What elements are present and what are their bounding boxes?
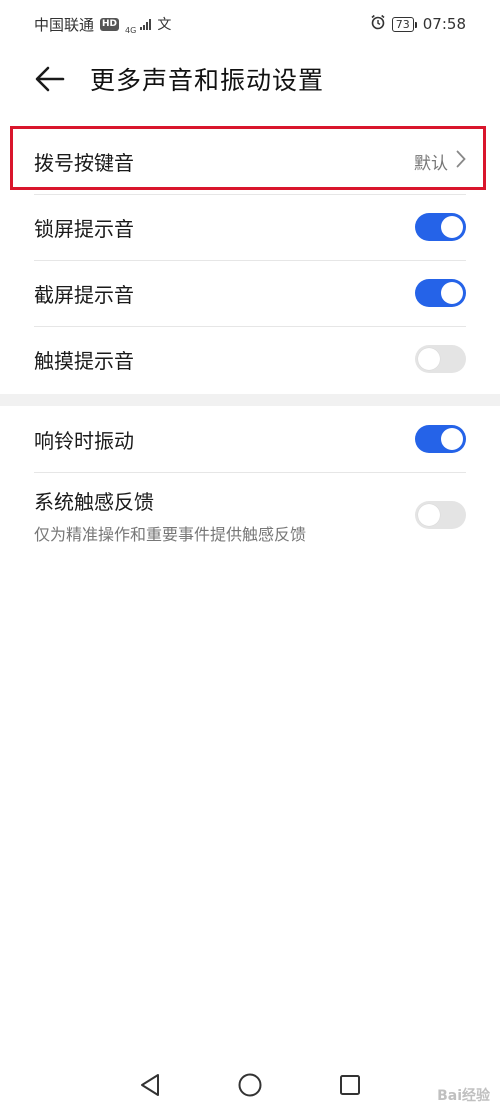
nav-recent-icon[interactable]	[335, 1070, 365, 1100]
chevron-right-icon	[456, 149, 466, 173]
clock: 07:58	[422, 15, 466, 33]
signal-icon	[140, 18, 152, 30]
row-value-group: 默认	[414, 149, 466, 174]
row-label: 系统触感反馈	[34, 489, 154, 514]
touch-sound-toggle[interactable]	[415, 345, 466, 373]
row-subtitle: 仅为精准操作和重要事件提供触感反馈	[34, 524, 307, 544]
alarm-icon	[370, 14, 386, 34]
hd-icon: HD	[100, 17, 120, 31]
row-label: 拨号按键音	[34, 150, 134, 175]
vibrate-on-ring-toggle[interactable]	[415, 425, 466, 453]
page-title: 更多声音和振动设置	[90, 66, 325, 95]
haptic-feedback-text: 系统触感反馈 仅为精准操作和重要事件提供触感反馈	[34, 486, 306, 545]
haptic-feedback-row: 系统触感反馈 仅为精准操作和重要事件提供触感反馈	[0, 472, 500, 558]
row-label: 触摸提示音	[34, 348, 134, 373]
row-label: 截屏提示音	[34, 282, 134, 307]
row-label: 锁屏提示音	[34, 216, 134, 241]
vibration-settings-section: 响铃时振动 系统触感反馈 仅为精准操作和重要事件提供触感反馈	[0, 406, 500, 558]
carrier-label: 中国联通	[34, 15, 95, 34]
watermark: Bai经验	[437, 1088, 490, 1104]
back-arrow-icon[interactable]	[34, 63, 66, 95]
screenshot-sound-row: 截屏提示音	[0, 260, 500, 326]
status-left: 中国联通 HD 4G 文	[34, 13, 171, 35]
extra-status-icon: 文	[157, 17, 172, 33]
touch-sound-row: 触摸提示音	[0, 326, 500, 392]
app-header: 更多声音和振动设置	[0, 48, 500, 110]
battery-icon: 73	[391, 16, 417, 32]
network-type: 4G	[125, 26, 137, 35]
haptic-feedback-toggle[interactable]	[415, 501, 466, 529]
lock-screen-sound-toggle[interactable]	[415, 213, 466, 241]
status-right: 73 07:58	[370, 14, 466, 34]
row-label: 响铃时振动	[34, 428, 134, 453]
dial-pad-tone-row[interactable]: 拨号按键音 默认	[0, 128, 500, 194]
screenshot-sound-toggle[interactable]	[415, 279, 466, 307]
nav-back-icon[interactable]	[135, 1070, 165, 1100]
vibrate-on-ring-row: 响铃时振动	[0, 406, 500, 472]
row-value: 默认	[414, 153, 448, 174]
status-bar: 中国联通 HD 4G 文 73 07:58	[0, 0, 500, 48]
lock-screen-sound-row: 锁屏提示音	[0, 194, 500, 260]
section-divider	[0, 394, 500, 406]
nav-home-icon[interactable]	[235, 1070, 265, 1100]
sound-settings-section: 拨号按键音 默认 锁屏提示音 截屏提示音 触摸提示音	[0, 128, 500, 392]
navigation-bar	[0, 1058, 500, 1111]
